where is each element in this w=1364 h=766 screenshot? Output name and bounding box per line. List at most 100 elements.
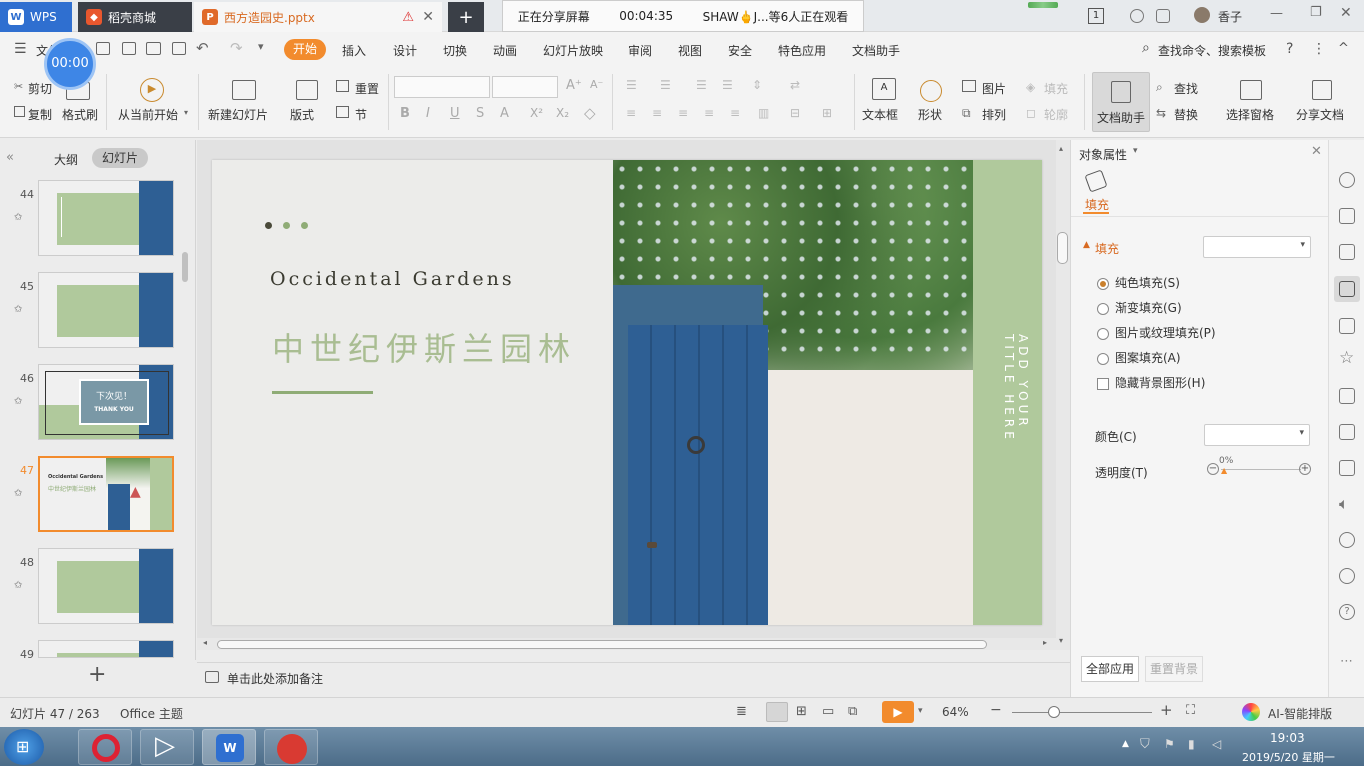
vertical-scrollbar[interactable] <box>1057 232 1068 264</box>
export-icon[interactable] <box>122 42 136 55</box>
command-search[interactable]: 查找命令、搜索模板 <box>1158 42 1266 59</box>
chevron-down-icon[interactable]: ▾ <box>918 706 923 716</box>
strikethrough-icon[interactable]: S <box>476 106 484 121</box>
find-icon[interactable]: ⌕ <box>1156 80 1163 95</box>
menu-review[interactable]: 审阅 <box>628 42 652 59</box>
zoom-in-icon[interactable]: + <box>1160 701 1173 719</box>
fit-window-icon[interactable]: ⛶ <box>1186 703 1195 718</box>
fill-button[interactable]: 填充 <box>1044 80 1068 97</box>
from-current-button[interactable]: 从当前开始 <box>118 106 178 123</box>
restore-icon[interactable]: ❐ <box>1310 5 1322 20</box>
zoom-level[interactable]: 64% <box>942 705 969 719</box>
format-painter-button[interactable]: 格式刷 <box>62 106 98 123</box>
tab-outline[interactable]: 大纲 <box>54 151 78 168</box>
save-icon[interactable] <box>96 42 110 55</box>
quick-access-dropdown-icon[interactable]: ▾ <box>258 40 264 53</box>
copy-icon[interactable] <box>14 106 25 117</box>
subscript-icon[interactable]: X₂ <box>556 106 569 120</box>
redo-icon[interactable]: ↷ <box>230 39 243 57</box>
horizontal-scrollbar[interactable] <box>217 640 987 649</box>
slide-thumbnail-49[interactable] <box>38 640 174 658</box>
sync-icon[interactable] <box>1130 9 1144 23</box>
menu-insert[interactable]: 插入 <box>342 42 366 59</box>
new-slide-icon[interactable] <box>232 80 256 100</box>
radio[interactable] <box>1097 352 1109 365</box>
network-icon[interactable]: ▮ <box>1188 737 1195 751</box>
arrange-button[interactable]: 排列 <box>982 106 1006 123</box>
option-solid-fill[interactable]: 纯色填充(S) <box>1097 274 1180 291</box>
distribute-icon[interactable]: ≡ <box>730 106 740 120</box>
taskbar-player[interactable]: ▷ <box>140 729 194 765</box>
bullet-list-icon[interactable]: ☰ <box>626 78 637 92</box>
color-dropdown[interactable] <box>1204 424 1310 446</box>
taskbar-record[interactable] <box>264 729 318 765</box>
replace-icon[interactable]: ⇆ <box>1156 106 1166 120</box>
line-spacing-icon[interactable]: ⇕ <box>752 78 762 92</box>
text-align-icon[interactable]: ⊟ <box>790 106 800 120</box>
menu-home[interactable]: 开始 <box>284 39 326 60</box>
increase-transparency-icon[interactable]: + <box>1299 463 1311 475</box>
increase-font-icon[interactable]: A⁺ <box>566 78 582 93</box>
slide-photo[interactable] <box>613 160 973 625</box>
selection-pane-icon[interactable] <box>1240 80 1262 100</box>
fill-icon[interactable]: ◈ <box>1026 80 1035 94</box>
menu-design[interactable]: 设计 <box>393 42 417 59</box>
bold-icon[interactable]: B <box>400 106 410 121</box>
menu-view[interactable]: 视图 <box>678 42 702 59</box>
arrange-icon[interactable]: ⧉ <box>962 106 971 121</box>
justify-icon[interactable]: ≡ <box>704 106 714 120</box>
tab-wps[interactable]: W WPS <box>0 2 72 32</box>
slide-thumbnail-47-selected[interactable]: Occidental Gardens 中世纪伊斯兰园林 ▲ <box>38 456 174 532</box>
preview-icon[interactable] <box>172 42 186 55</box>
close-panel-icon[interactable]: ✕ <box>1311 144 1322 159</box>
radio[interactable] <box>1097 302 1109 315</box>
archive-icon[interactable] <box>1339 388 1355 404</box>
presenter-icon[interactable]: ⧉ <box>848 704 857 719</box>
option-pattern-fill[interactable]: 图案填充(A) <box>1097 349 1181 366</box>
notes-placeholder[interactable]: 单击此处添加备注 <box>227 670 323 687</box>
shape-button[interactable]: 形状 <box>918 106 942 123</box>
close-icon[interactable]: ✕ <box>1340 5 1352 21</box>
picture-button[interactable]: 图片 <box>982 80 1006 97</box>
chevron-down-icon[interactable]: ▾ <box>1133 146 1138 156</box>
slide-sorter-icon[interactable]: ⊞ <box>796 704 807 719</box>
text-box-button[interactable]: 文本框 <box>862 106 898 123</box>
text-direction-icon[interactable]: ⇄ <box>790 78 800 92</box>
play-slideshow-button[interactable]: ▶ <box>882 701 914 723</box>
checkbox[interactable] <box>1097 377 1109 390</box>
hide-background-checkbox[interactable]: 隐藏背景图形(H) <box>1097 374 1205 391</box>
section-icon[interactable] <box>336 106 349 118</box>
properties-header[interactable]: 对象属性 <box>1079 146 1127 163</box>
more-icon[interactable]: ⋮ <box>1312 41 1326 57</box>
font-color-icon[interactable]: A <box>500 106 509 121</box>
outline-button[interactable]: 轮廓 <box>1044 106 1068 123</box>
ai-layout-button[interactable]: AI-智能排版 <box>1268 705 1332 722</box>
start-button[interactable]: ⊞ <box>4 729 44 765</box>
smart-art-icon[interactable]: ⊞ <box>822 106 832 120</box>
radio-selected[interactable] <box>1097 277 1109 290</box>
volume-icon[interactable]: ◁ <box>1212 737 1221 751</box>
slider-thumb-icon[interactable]: ▲ <box>1221 466 1227 475</box>
numbered-list-icon[interactable]: ☰ <box>660 78 671 92</box>
cut-button[interactable]: 剪切 <box>28 80 52 97</box>
menu-security[interactable]: 安全 <box>728 42 752 59</box>
share-icon[interactable] <box>1312 80 1332 100</box>
tab-fill[interactable]: 填充 <box>1085 196 1109 213</box>
tray-expand-icon[interactable]: ▲ <box>1122 739 1129 749</box>
radio[interactable] <box>1097 327 1109 340</box>
align-left-icon[interactable]: ≡ <box>626 106 636 120</box>
thumb-scrollbar[interactable] <box>182 252 188 282</box>
location-icon[interactable] <box>1339 532 1355 548</box>
picture-icon[interactable] <box>962 80 976 92</box>
flag-icon[interactable]: ⚑ <box>1164 737 1175 751</box>
decrease-transparency-icon[interactable]: − <box>1207 463 1219 475</box>
star-icon[interactable]: ☆ <box>1339 348 1354 368</box>
option-picture-fill[interactable]: 图片或纹理填充(P) <box>1097 324 1216 341</box>
new-tab-button[interactable]: + <box>448 2 484 32</box>
picture-tools-icon[interactable] <box>1339 318 1355 334</box>
transparency-slider[interactable] <box>1221 469 1301 470</box>
close-tab-icon[interactable]: ✕ <box>422 9 434 25</box>
properties-toggle[interactable] <box>1334 276 1360 302</box>
ai-icon[interactable] <box>1242 703 1260 721</box>
copy-button[interactable]: 复制 <box>28 106 52 123</box>
